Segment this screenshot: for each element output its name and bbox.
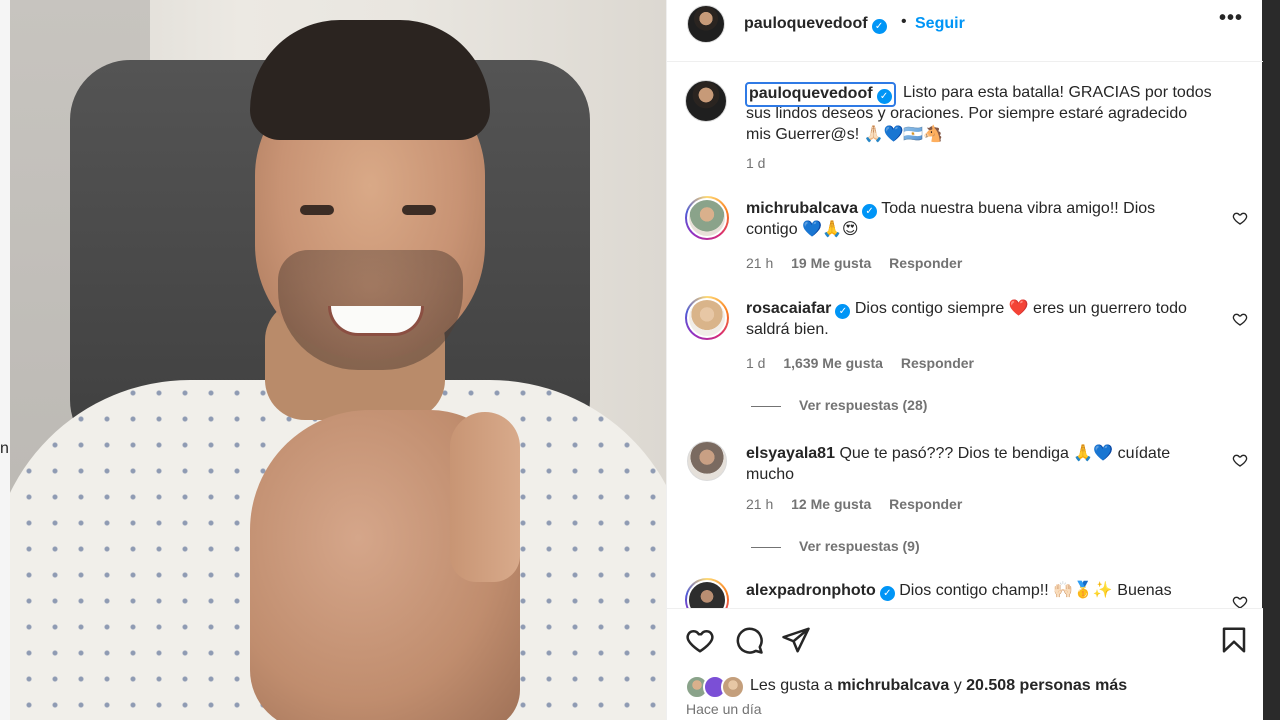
caption-time[interactable]: 1 d (746, 155, 765, 171)
comment-item: alexpadronphoto ✓ Dios contigo champ!! 🙌🏻… (667, 578, 1263, 608)
like-comment-heart-icon[interactable] (1232, 311, 1248, 327)
heart-icon[interactable] (685, 625, 715, 655)
comment-time[interactable]: 21 h (746, 496, 773, 512)
commenter-avatar[interactable] (685, 196, 729, 240)
comment-body: rosacaiafar ✓ Dios contigo siempre ❤️ ere… (746, 298, 1196, 340)
comment-meta: 21 h 12 Me gusta Responder (746, 496, 976, 512)
photo-eye-left (300, 205, 334, 215)
comment-likes-count[interactable]: 12 Me gusta (791, 496, 871, 512)
commenter-avatar[interactable] (685, 578, 729, 608)
verified-badge-icon: ✓ (876, 89, 892, 104)
reply-button[interactable]: Responder (889, 496, 962, 512)
comment-item: rosacaiafar ✓ Dios contigo siempre ❤️ ere… (667, 296, 1263, 426)
comment-likes-count[interactable]: 1,639 Me gusta (783, 355, 883, 371)
liked-by-username[interactable]: michrubalcava (837, 677, 949, 694)
like-comment-heart-icon[interactable] (1232, 210, 1248, 226)
comment-body: alexpadronphoto ✓ Dios contigo champ!! 🙌🏻… (746, 580, 1196, 601)
commenter-username[interactable]: alexpadronphoto (746, 582, 876, 599)
verified-badge-icon: ✓ (835, 304, 851, 319)
photo-eye-right (402, 205, 436, 215)
commenter-username[interactable]: michrubalcava (746, 200, 858, 217)
comment-text: Dios contigo champ!! 🙌🏻🥇✨ Buenas (899, 582, 1172, 599)
comment-item: elsyayala81 Que te pasó??? Dios te bendi… (667, 441, 1263, 571)
photo-thumbs-up (450, 412, 520, 582)
comment-body: elsyayala81 Que te pasó??? Dios te bendi… (746, 443, 1196, 485)
background-left (0, 0, 10, 720)
verified-badge-icon: ✓ (862, 204, 878, 219)
comment-time[interactable]: 1 d (746, 355, 765, 371)
photo-hair (250, 20, 490, 140)
verified-badge-icon: ✓ (879, 586, 895, 601)
posted-time[interactable]: Hace un día (686, 701, 762, 717)
verified-badge-icon: ✓ (871, 19, 887, 34)
commenter-avatar[interactable] (685, 296, 729, 340)
background-right (1262, 0, 1280, 720)
likes-conjunction: y (953, 677, 962, 694)
author-username[interactable]: pauloquevedoof ✓ (744, 15, 887, 34)
caption-avatar[interactable] (685, 80, 727, 122)
share-icon[interactable] (781, 625, 811, 655)
commenter-avatar[interactable] (687, 441, 727, 481)
like-comment-heart-icon[interactable] (1232, 452, 1248, 468)
comment-meta: 21 h 19 Me gusta Responder (746, 255, 976, 271)
commenter-username[interactable]: rosacaiafar (746, 300, 831, 317)
caption-username[interactable]: pauloquevedoof ✓ (745, 82, 896, 107)
likes-others-link[interactable]: 20.508 personas más (966, 677, 1127, 694)
comment-item: michrubalcava ✓ Toda nuestra buena vibra … (667, 196, 1263, 286)
reply-button[interactable]: Responder (901, 355, 974, 371)
comment-meta: 1 d 1,639 Me gusta Responder (746, 355, 988, 371)
reply-button[interactable]: Responder (889, 255, 962, 271)
more-options-icon[interactable]: ••• (1217, 8, 1245, 36)
post-actions: Les gusta a michrubalcava y 20.508 perso… (667, 608, 1263, 720)
comment-time[interactable]: 21 h (746, 255, 773, 271)
commenter-username[interactable]: elsyayala81 (746, 445, 835, 462)
post-side-panel: pauloquevedoof ✓ • Seguir ••• Listo para … (666, 0, 1263, 720)
likes-summary: Les gusta a michrubalcava y 20.508 perso… (750, 677, 1127, 695)
likes-prefix: Les gusta a (750, 677, 833, 694)
post-image[interactable] (10, 0, 666, 720)
author-avatar[interactable] (687, 5, 725, 43)
photo-smile (328, 306, 424, 336)
like-comment-heart-icon[interactable] (1232, 594, 1248, 608)
comment-likes-count[interactable]: 19 Me gusta (791, 255, 871, 271)
follow-button[interactable]: Seguir (915, 15, 965, 33)
bookmark-icon[interactable] (1219, 625, 1249, 655)
liker-avatar (721, 675, 745, 699)
comment-body: michrubalcava ✓ Toda nuestra buena vibra … (746, 198, 1196, 240)
header-separator: • (901, 13, 907, 30)
caption-username-text[interactable]: pauloquevedoof (749, 85, 873, 102)
background-text: n (0, 440, 9, 457)
author-username-text[interactable]: pauloquevedoof (744, 15, 868, 32)
post-caption: Listo para esta batalla! GRACIAS por tod… (667, 62, 1263, 182)
view-replies-button[interactable]: Ver respuestas (28) (751, 397, 927, 413)
view-replies-button[interactable]: Ver respuestas (9) (751, 538, 920, 554)
comment-icon[interactable] (734, 625, 764, 655)
post-header: pauloquevedoof ✓ • Seguir ••• (667, 0, 1263, 62)
